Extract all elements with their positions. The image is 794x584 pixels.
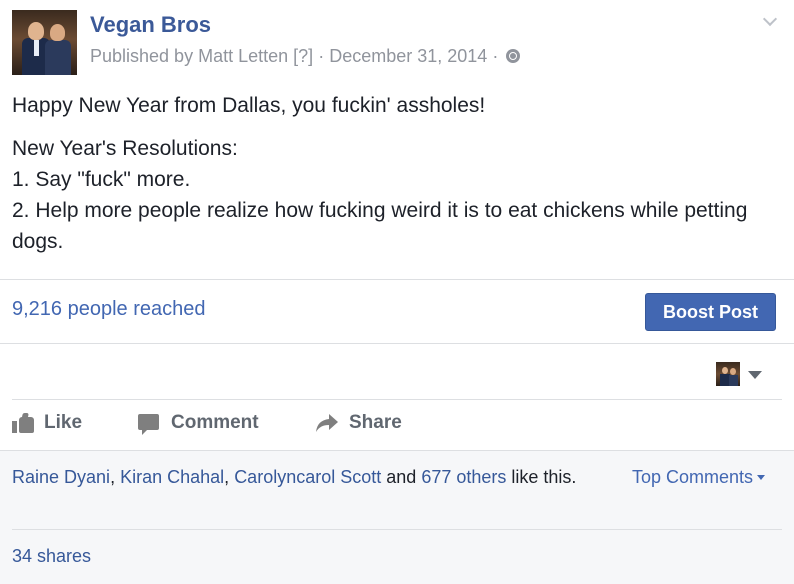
comma: , xyxy=(110,467,116,487)
avatar-shirt xyxy=(34,40,39,56)
facebook-post: Vegan Bros Published by Matt Letten [?] … xyxy=(0,0,794,584)
post-line: Happy New Year from Dallas, you fuckin' … xyxy=(12,94,486,117)
post-line: 1. Say "fuck" more. xyxy=(12,168,191,191)
share-icon xyxy=(316,414,338,432)
post-message: Happy New Year from Dallas, you fuckin' … xyxy=(12,90,782,257)
people-reached-link[interactable]: 9,216 people reached xyxy=(12,298,206,321)
liker-link[interactable]: Carolyncarol Scott xyxy=(234,467,381,487)
others-link[interactable]: 677 others xyxy=(421,467,506,487)
liker-link[interactable]: Kiran Chahal xyxy=(120,467,224,487)
globe-icon[interactable] xyxy=(506,49,521,63)
comment-icon xyxy=(138,413,160,435)
like-suffix: like this. xyxy=(511,467,577,487)
divider xyxy=(12,529,782,530)
avatar-figure-right xyxy=(45,40,71,75)
like-label: Like xyxy=(44,412,83,433)
like-icon xyxy=(12,413,34,433)
post-line: New Year's Resolutions: xyxy=(12,137,238,160)
actor-selector-avatar[interactable] xyxy=(716,362,740,386)
caret-down-icon[interactable] xyxy=(748,371,762,379)
top-comments-label: Top Comments xyxy=(632,467,754,487)
post-header: Vegan Bros Published by Matt Letten [?] … xyxy=(0,0,794,88)
avatar-face-right xyxy=(50,24,65,41)
comment-button[interactable]: Comment xyxy=(138,410,268,438)
comment-label: Comment xyxy=(171,412,259,433)
caret-down-icon xyxy=(757,475,766,480)
page-name-link[interactable]: Vegan Bros xyxy=(90,12,211,38)
help-marker[interactable]: [?] xyxy=(293,46,313,66)
top-comments-dropdown[interactable]: Top Comments xyxy=(632,464,766,490)
share-button[interactable]: Share xyxy=(315,410,410,438)
post-meta: Published by Matt Letten [?] · December … xyxy=(90,46,521,67)
share-label: Share xyxy=(349,412,402,433)
reactions-summary: Raine Dyani, Kiran Chahal, Carolyncarol … xyxy=(0,451,794,584)
publisher-link[interactable]: Matt Letten xyxy=(198,46,288,66)
likers-sentence: Raine Dyani, Kiran Chahal, Carolyncarol … xyxy=(12,464,602,490)
divider xyxy=(0,279,794,280)
divider xyxy=(12,399,782,400)
like-button[interactable]: Like xyxy=(12,410,92,438)
divider xyxy=(0,343,794,344)
boost-post-button[interactable]: Boost Post xyxy=(645,293,776,331)
liker-link[interactable]: Raine Dyani xyxy=(12,467,110,487)
meta-separator: · xyxy=(492,46,499,66)
shares-link[interactable]: 34 shares xyxy=(12,546,91,567)
post-line: 2. Help more people realize how fucking … xyxy=(12,199,748,253)
avatar-face-left xyxy=(28,22,44,40)
and-text: and xyxy=(386,467,417,487)
page-avatar[interactable] xyxy=(12,10,77,75)
chevron-down-icon[interactable] xyxy=(764,14,776,26)
comma: , xyxy=(224,467,230,487)
post-date-link[interactable]: December 31, 2014 xyxy=(329,46,487,66)
meta-separator: · xyxy=(318,46,325,66)
published-prefix: Published by xyxy=(90,46,194,66)
